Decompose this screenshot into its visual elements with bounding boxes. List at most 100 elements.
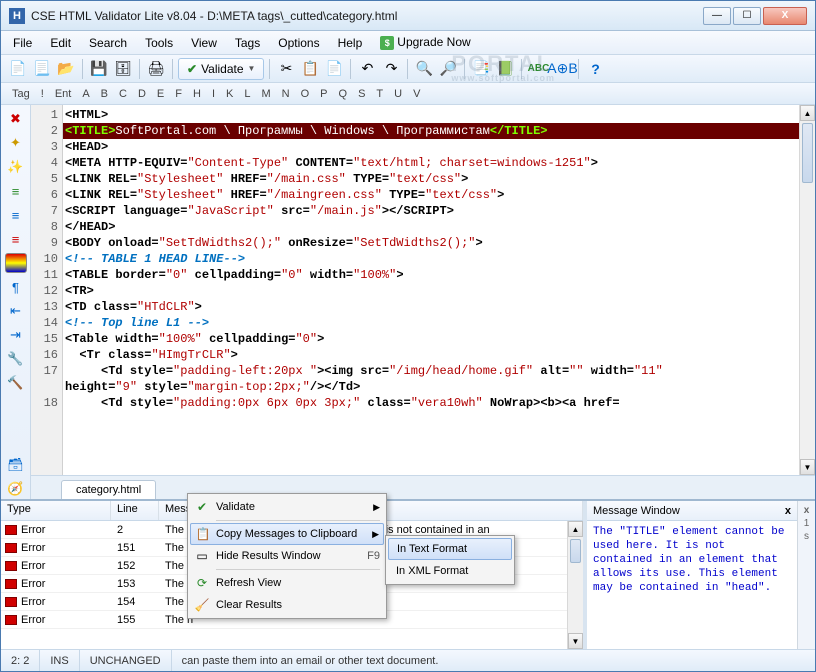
menu-search[interactable]: Search: [81, 34, 135, 52]
status-insert-mode: INS: [40, 650, 79, 671]
scroll-thumb[interactable]: [802, 123, 813, 183]
redo-icon[interactable]: ↷: [380, 58, 402, 80]
tool-icon[interactable]: A⊕B: [551, 58, 573, 80]
tagbar-ent[interactable]: Ent: [50, 87, 77, 101]
letter-l[interactable]: L: [239, 87, 255, 101]
left-toolbar: ✖ ✦ ✨ ≡ ≡ ≡ ¶ ⇤ ⇥ 🔧 🔨 🗃 🧭: [1, 105, 31, 499]
col-type[interactable]: Type: [1, 501, 111, 520]
bookmark-next-icon[interactable]: 📗: [494, 58, 516, 80]
bookmark-icon[interactable]: 📑: [470, 58, 492, 80]
tagbar-tag[interactable]: Tag: [7, 87, 35, 101]
letter-m[interactable]: M: [256, 87, 275, 101]
menu-help[interactable]: Help: [330, 34, 371, 52]
indent-left-icon[interactable]: ⇤: [5, 301, 27, 321]
undo-icon[interactable]: ↶: [356, 58, 378, 80]
letter-v[interactable]: V: [408, 87, 425, 101]
cut-icon[interactable]: ✂: [275, 58, 297, 80]
new-blank-icon[interactable]: 📃: [31, 58, 53, 80]
cm-validate[interactable]: ✔ Validate ▶: [190, 496, 384, 518]
flag-icon[interactable]: [5, 253, 27, 273]
print-icon[interactable]: 🖨: [145, 58, 167, 80]
tagbar-exclaim[interactable]: !: [36, 87, 49, 101]
letter-e[interactable]: E: [152, 87, 169, 101]
code-area[interactable]: <HTML><TITLE>SoftPortal.com \ Программы …: [63, 105, 815, 475]
replace-icon[interactable]: 🔎: [437, 58, 459, 80]
status-position: 2: 2: [1, 650, 40, 671]
scroll-up-icon[interactable]: ▲: [800, 105, 815, 121]
error-flag-icon: [5, 597, 17, 607]
letter-k[interactable]: K: [221, 87, 238, 101]
spellcheck-icon[interactable]: ABC: [527, 58, 549, 80]
menu-upgrade[interactable]: $Upgrade Now: [372, 33, 478, 52]
letter-s[interactable]: S: [353, 87, 370, 101]
letter-h[interactable]: H: [188, 87, 206, 101]
menu-edit[interactable]: Edit: [42, 34, 79, 52]
code-editor[interactable]: 123456789101112131415161718 <HTML><TITLE…: [31, 105, 815, 475]
error-flag-icon: [5, 561, 17, 571]
letter-c[interactable]: C: [114, 87, 132, 101]
scroll-up-icon[interactable]: ▲: [568, 521, 583, 537]
find-icon[interactable]: 🔍: [413, 58, 435, 80]
cm-refresh[interactable]: ⟳ Refresh View: [190, 572, 384, 594]
indent-right-icon[interactable]: ⇥: [5, 325, 27, 345]
copy-icon[interactable]: 📋: [299, 58, 321, 80]
save-icon[interactable]: 💾: [88, 58, 110, 80]
minimize-button[interactable]: —: [703, 7, 731, 25]
dropdown-arrow-icon: ▼: [248, 64, 256, 73]
results-scrollbar[interactable]: ▲ ▼: [567, 521, 583, 649]
maximize-button[interactable]: ☐: [733, 7, 761, 25]
scroll-thumb[interactable]: [570, 539, 581, 563]
paste-icon[interactable]: 📄: [323, 58, 345, 80]
help-icon[interactable]: ?: [584, 58, 606, 80]
save-all-icon[interactable]: 🗄: [112, 58, 134, 80]
list-green-icon[interactable]: ≡: [5, 181, 27, 201]
db-icon[interactable]: 🗃: [5, 455, 27, 475]
close-panel-icon[interactable]: x: [804, 505, 810, 516]
sm-xml-format[interactable]: In XML Format: [388, 560, 512, 582]
menu-file[interactable]: File: [5, 34, 40, 52]
menu-view[interactable]: View: [183, 34, 225, 52]
error-flag-icon: [5, 543, 17, 553]
message-window-close-icon[interactable]: x: [785, 505, 791, 517]
app-icon: H: [9, 8, 25, 24]
letter-i[interactable]: I: [207, 87, 220, 101]
scroll-down-icon[interactable]: ▼: [568, 633, 583, 649]
sm-text-format[interactable]: In Text Format: [388, 538, 512, 560]
letter-p[interactable]: P: [315, 87, 332, 101]
message-window-title: Message Window: [593, 505, 680, 517]
letter-u[interactable]: U: [389, 87, 407, 101]
close-tag-icon[interactable]: ✖: [5, 109, 27, 129]
error-flag-icon: [5, 579, 17, 589]
scroll-down-icon[interactable]: ▼: [800, 459, 815, 475]
letter-b[interactable]: B: [96, 87, 113, 101]
tool-b-icon[interactable]: 🔨: [5, 373, 27, 393]
letter-n[interactable]: N: [277, 87, 295, 101]
pilcrow-icon[interactable]: ¶: [5, 277, 27, 297]
list-red-icon[interactable]: ≡: [5, 229, 27, 249]
letter-d[interactable]: D: [133, 87, 151, 101]
letter-a[interactable]: A: [77, 87, 94, 101]
list-blue-icon[interactable]: ≡: [5, 205, 27, 225]
menu-options[interactable]: Options: [270, 34, 327, 52]
cm-hide-results[interactable]: ▭ Hide Results Window F9: [190, 545, 384, 567]
star-icon[interactable]: ✦: [5, 133, 27, 153]
menu-tools[interactable]: Tools: [137, 34, 181, 52]
open-folder-icon[interactable]: 📂: [55, 58, 77, 80]
menu-tags[interactable]: Tags: [227, 34, 268, 52]
tool-a-icon[interactable]: 🔧: [5, 349, 27, 369]
letter-q[interactable]: Q: [334, 87, 353, 101]
file-tab[interactable]: category.html: [61, 480, 156, 499]
cm-clear[interactable]: 🧹 Clear Results: [190, 594, 384, 616]
col-line[interactable]: Line: [111, 501, 159, 520]
validate-button[interactable]: ✔ Validate ▼: [178, 58, 264, 80]
file-tab-bar: category.html: [31, 475, 815, 499]
letter-o[interactable]: O: [296, 87, 315, 101]
editor-scrollbar[interactable]: ▲ ▼: [799, 105, 815, 475]
wand-icon[interactable]: ✨: [5, 157, 27, 177]
new-file-icon[interactable]: 📄: [7, 58, 29, 80]
close-button[interactable]: X: [763, 7, 807, 25]
cm-copy-messages[interactable]: 📋 Copy Messages to Clipboard ▶: [190, 523, 384, 545]
letter-t[interactable]: T: [371, 87, 388, 101]
nav-icon[interactable]: 🧭: [5, 479, 27, 499]
letter-f[interactable]: F: [170, 87, 187, 101]
